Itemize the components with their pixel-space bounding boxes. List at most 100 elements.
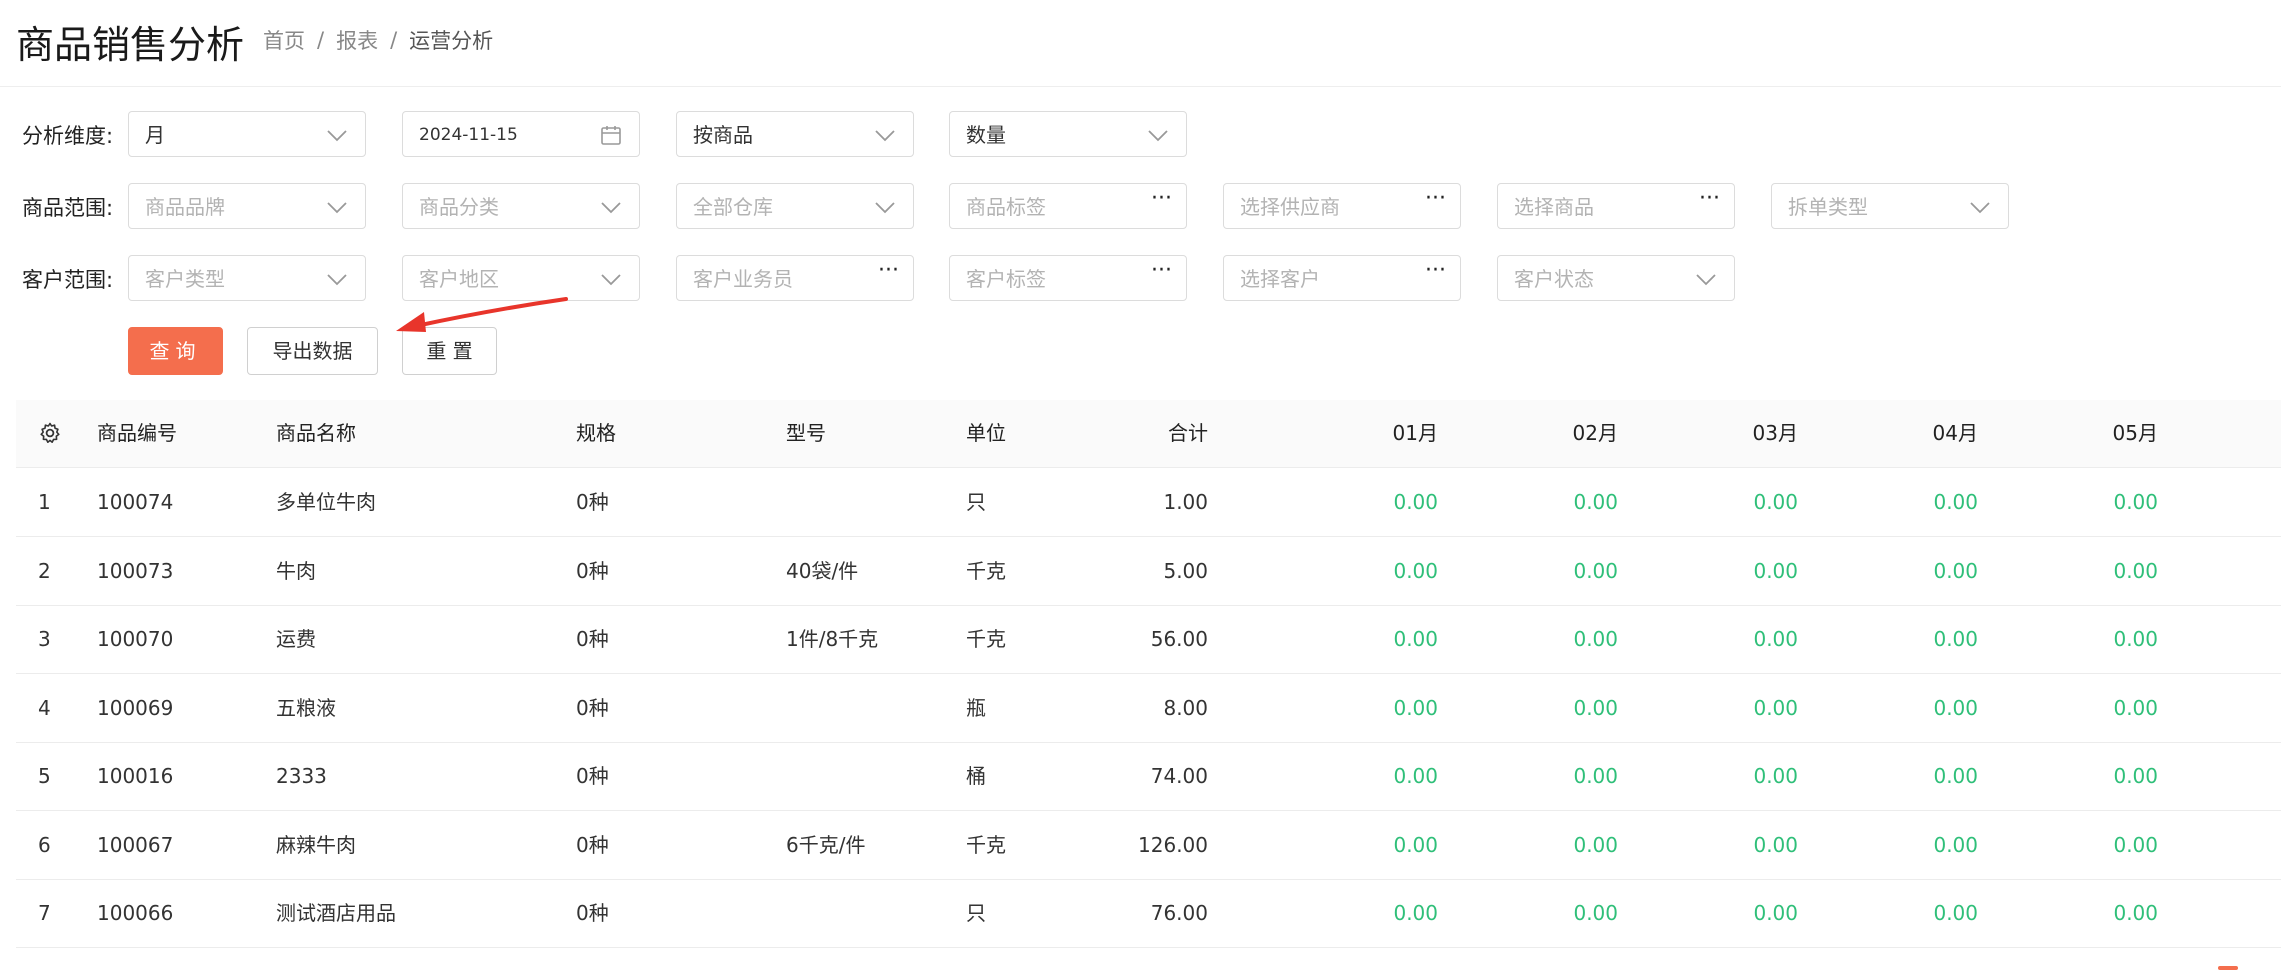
- cell-name: 2333: [276, 764, 327, 788]
- cell-name: 运费: [276, 627, 316, 651]
- cell-unit: 桶: [966, 764, 986, 788]
- split-type-select[interactable]: 拆单类型: [1771, 183, 2009, 229]
- cell-code: 100074: [97, 490, 174, 514]
- cell-index: 2: [38, 558, 51, 583]
- gear-icon[interactable]: [38, 421, 62, 445]
- cell-model: 1件/8千克: [786, 627, 879, 651]
- cell-spec: 0种: [576, 627, 609, 651]
- product-category-placeholder: 商品分类: [419, 195, 499, 219]
- product-brand-placeholder: 商品品牌: [145, 195, 225, 219]
- annotation-arrow: [396, 297, 568, 332]
- more-dots-icon[interactable]: ···: [1699, 188, 1720, 210]
- table-row[interactable]: 7 100066 测试酒店用品 0种 只 76.00 0.00 0.00 0.00 0.00 0.0…: [16, 879, 2281, 948]
- cell-code: 100073: [97, 558, 174, 583]
- page-header: 商品销售分析 首页 / 报表 / 运营分析: [0, 0, 2281, 87]
- cell-month-02: 0.00: [1573, 764, 1618, 788]
- supplier-picker[interactable]: 选择供应商 ···: [1223, 183, 1461, 229]
- more-dots-icon[interactable]: ···: [1151, 260, 1172, 282]
- scroll-indicator: [2218, 966, 2238, 970]
- cell-month-05: 0.00: [2113, 901, 2158, 925]
- cell-code: 100069: [97, 695, 174, 720]
- warehouse-placeholder: 全部仓库: [693, 195, 773, 219]
- more-dots-icon[interactable]: ···: [878, 260, 899, 282]
- cell-unit: 瓶: [966, 695, 986, 720]
- table-row[interactable]: 3 100070 运费 0种 1件/8千克 千克 56.00 0.00 0.00 0.00 0.00…: [16, 605, 2281, 674]
- table-row[interactable]: 5 100016 2333 0种 桶 74.00 0.00 0.00 0.00 0.00 0.00: [16, 742, 2281, 811]
- date-picker[interactable]: 2024-11-15: [402, 111, 640, 157]
- cell-model: 6千克/件: [786, 832, 866, 857]
- col-model: 型号: [786, 421, 826, 445]
- customer-picker[interactable]: 选择客户 ···: [1223, 255, 1461, 301]
- cell-spec: 0种: [576, 695, 609, 720]
- cell-month-01: 0.00: [1393, 764, 1438, 788]
- cell-model: 40袋/件: [786, 558, 859, 583]
- chevron-down-icon: [601, 274, 621, 286]
- cell-unit: 千克: [966, 832, 1006, 857]
- breadcrumb-reports[interactable]: 报表: [336, 25, 378, 55]
- dimension-select[interactable]: 月: [128, 111, 366, 157]
- cell-month-04: 0.00: [1933, 764, 1978, 788]
- cell-unit: 千克: [966, 627, 1006, 651]
- cell-month-04: 0.00: [1933, 627, 1978, 651]
- table-row[interactable]: 6 100067 麻辣牛肉 0种 6千克/件 千克 126.00 0.00 0.00 0.00 0.…: [16, 811, 2281, 880]
- metric-select[interactable]: 数量: [949, 111, 1187, 157]
- product-category-select[interactable]: 商品分类: [402, 183, 640, 229]
- breadcrumb-separator: /: [390, 28, 398, 52]
- chevron-down-icon: [1148, 130, 1168, 142]
- customer-tag-picker[interactable]: 客户标签 ···: [949, 255, 1187, 301]
- more-dots-icon[interactable]: ···: [1151, 188, 1172, 210]
- table-row[interactable]: 4 100069 五粮液 0种 瓶 8.00 0.00 0.00 0.00 0.00 0.00: [16, 674, 2281, 743]
- split-type-placeholder: 拆单类型: [1788, 195, 1868, 219]
- more-dots-icon[interactable]: ···: [1425, 188, 1446, 210]
- cell-month-02: 0.00: [1573, 558, 1618, 583]
- customer-status-select[interactable]: 客户状态: [1497, 255, 1735, 301]
- cell-name: 多单位牛肉: [276, 490, 376, 514]
- cell-month-03: 0.00: [1753, 764, 1798, 788]
- product-picker[interactable]: 选择商品 ···: [1497, 183, 1735, 229]
- product-tag-picker[interactable]: 商品标签 ···: [949, 183, 1187, 229]
- breadcrumb-home[interactable]: 首页: [263, 25, 305, 55]
- cell-total: 74.00: [1150, 764, 1208, 788]
- cell-index: 7: [38, 901, 51, 925]
- group-by-select[interactable]: 按商品: [676, 111, 914, 157]
- cell-name: 牛肉: [276, 558, 316, 583]
- date-value: 2024-11-15: [419, 125, 518, 145]
- cell-code: 100070: [97, 627, 174, 651]
- dimension-value: 月: [145, 123, 165, 147]
- col-total: 合计: [1168, 421, 1208, 445]
- cell-month-02: 0.00: [1573, 832, 1618, 857]
- cell-month-04: 0.00: [1933, 832, 1978, 857]
- chevron-down-icon: [1970, 202, 1990, 214]
- chevron-down-icon: [1696, 274, 1716, 286]
- export-button[interactable]: 导出数据: [247, 327, 378, 375]
- cell-month-04: 0.00: [1933, 901, 1978, 925]
- query-button[interactable]: 查询: [128, 327, 223, 375]
- cell-spec: 0种: [576, 558, 609, 583]
- col-month-04: 04月: [1932, 421, 1978, 445]
- chevron-down-icon: [875, 130, 895, 142]
- table-row[interactable]: 1 100074 多单位牛肉 0种 只 1.00 0.00 0.00 0.00 0.00 0.00: [16, 468, 2281, 537]
- cell-index: 3: [38, 627, 51, 651]
- cell-month-01: 0.00: [1393, 490, 1438, 514]
- chevron-down-icon: [601, 202, 621, 214]
- cell-month-04: 0.00: [1933, 558, 1978, 583]
- cell-month-04: 0.00: [1933, 490, 1978, 514]
- table-row[interactable]: 2 100073 牛肉 0种 40袋/件 千克 5.00 0.00 0.00 0.00 0.00 0.…: [16, 537, 2281, 606]
- more-dots-icon[interactable]: ···: [1425, 260, 1446, 282]
- cell-spec: 0种: [576, 901, 609, 925]
- supplier-placeholder: 选择供应商: [1240, 195, 1340, 219]
- customer-salesman-picker[interactable]: 客户业务员 ···: [676, 255, 914, 301]
- cell-code: 100016: [97, 764, 174, 788]
- customer-type-placeholder: 客户类型: [145, 267, 225, 291]
- col-name: 商品名称: [276, 421, 356, 445]
- cell-month-01: 0.00: [1393, 832, 1438, 857]
- metric-value: 数量: [966, 123, 1006, 147]
- cell-month-02: 0.00: [1573, 901, 1618, 925]
- product-brand-select[interactable]: 商品品牌: [128, 183, 366, 229]
- warehouse-select[interactable]: 全部仓库: [676, 183, 914, 229]
- customer-tag-placeholder: 客户标签: [966, 267, 1046, 291]
- cell-name: 麻辣牛肉: [276, 832, 356, 857]
- customer-scope-label: 客户范围:: [22, 268, 114, 292]
- customer-type-select[interactable]: 客户类型: [128, 255, 366, 301]
- cell-total: 1.00: [1163, 490, 1208, 514]
